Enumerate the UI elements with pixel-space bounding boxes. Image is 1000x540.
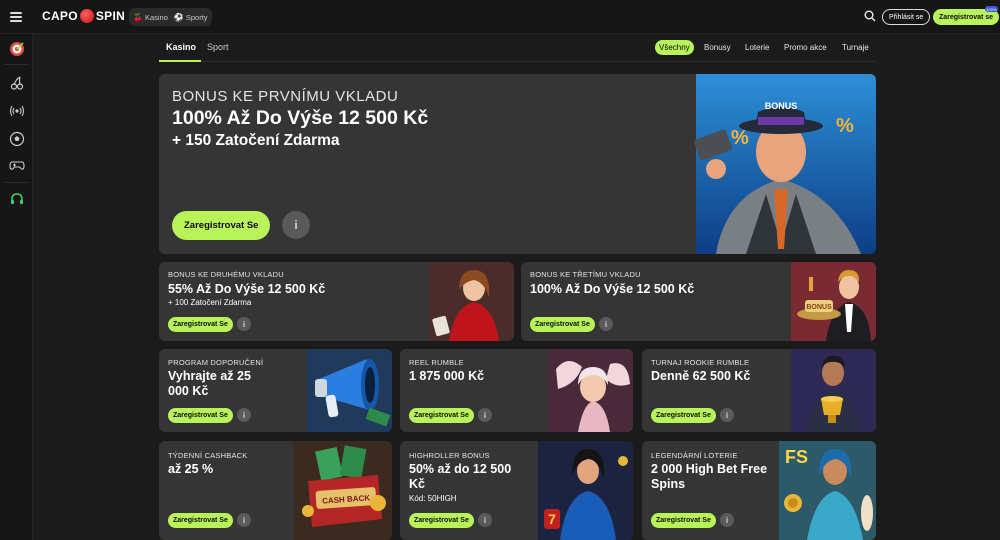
sidebar [0, 34, 33, 540]
card-label: HIGHROLLER BONUS [409, 451, 490, 460]
dartboard-icon[interactable] [9, 41, 25, 57]
promo-card-highroller[interactable]: HIGHROLLER BONUS 50% až do 12 500 Kč Kód… [400, 441, 633, 540]
card-info-icon[interactable]: i [237, 513, 251, 527]
active-tab-indicator [159, 60, 201, 62]
mode-casino-label: Kasino [144, 12, 168, 22]
card-label: BONUS KE DRUHÉMU VKLADU [168, 270, 284, 279]
svg-text:7: 7 [548, 511, 556, 527]
card-title: 1 875 000 Kč [409, 369, 485, 383]
subnav-divider [159, 61, 876, 62]
login-button[interactable]: Přihlásit se [882, 9, 931, 25]
gamepad-icon[interactable] [9, 157, 25, 173]
cherries-icon: 🍒 [133, 12, 143, 22]
tab-kasino[interactable]: Kasino [166, 42, 196, 52]
promo-card-rookie-rumble[interactable]: TURNAJ ROOKIE RUMBLE Denně 62 500 Kč Zar… [642, 349, 876, 432]
logo-left-text: CAPO [42, 9, 78, 23]
mode-sports[interactable]: ⚽ Sporty [174, 13, 208, 22]
cherries-icon[interactable] [9, 75, 25, 91]
card-title: 100% Až Do Výše 12 500 Kč [530, 282, 695, 296]
filter-tournaments[interactable]: Turnaje [838, 40, 873, 55]
hero-subtitle: + 150 Zatočení Zdarma [172, 132, 340, 149]
card-art-highroller-lady-illustration: 7 [538, 441, 633, 540]
filter-promos[interactable]: Promo akce [780, 40, 831, 55]
top-bar: CAPO SPIN 🍒 Kasino ⚽ Sporty Přihlásit se Z… [0, 0, 1000, 34]
card-label: TÝDENNÍ CASHBACK [168, 451, 248, 460]
card-info-icon[interactable]: i [478, 513, 492, 527]
card-info-icon[interactable]: i [720, 408, 734, 422]
card-art-bonus-text: BONUS [806, 304, 832, 311]
support-headset-icon[interactable] [9, 191, 25, 207]
filter-lotteries[interactable]: Loterie [741, 40, 773, 55]
hero-art-hat-text: BONUS [765, 101, 798, 111]
card-art-megaphone-illustration [307, 349, 392, 432]
mode-casino[interactable]: 🍒 Kasino [133, 13, 168, 22]
card-register-button[interactable]: Zaregistrovat Se [168, 408, 233, 423]
hero-title: 100% Až Do Výše 12 500 Kč [172, 107, 429, 129]
card-register-button[interactable]: Zaregistrovat Se [409, 408, 474, 423]
mobster-illustration: BONUS % % [694, 74, 876, 254]
register-badge: 100% [985, 6, 998, 12]
svg-text:%: % [836, 115, 854, 137]
mode-switch: 🍒 Kasino ⚽ Sporty [129, 8, 212, 26]
promo-card-referral[interactable]: PROGRAM DOPORUČENÍ Vyhrajte až 25 000 Kč… [159, 349, 392, 432]
card-register-button[interactable]: Zaregistrovat Se [651, 408, 716, 423]
card-art-cashback-chest-illustration: CASH BACK [294, 441, 392, 540]
card-register-button[interactable]: Zaregistrovat Se [651, 513, 716, 528]
logo[interactable]: CAPO SPIN [42, 9, 125, 23]
tab-sport[interactable]: Sport [207, 42, 229, 52]
card-label: PROGRAM DOPORUČENÍ [168, 358, 264, 367]
card-subtitle: + 100 Zatočení Zdarma [168, 298, 252, 307]
card-register-button[interactable]: Zaregistrovat Se [530, 317, 595, 332]
card-art-queen-illustration [429, 262, 514, 341]
live-broadcast-icon[interactable] [9, 103, 25, 119]
hero-register-button[interactable]: Zaregistrovat Se [172, 211, 271, 240]
filter-all[interactable]: Všechny [655, 40, 694, 55]
filter-bonuses[interactable]: Bonusy [700, 40, 735, 55]
card-info-icon[interactable]: i [599, 317, 613, 331]
promo-card-third-deposit[interactable]: BONUS KE TŘETÍMU VKLADU 100% Až Do Výše … [521, 262, 876, 341]
card-title: až 25 % [168, 462, 214, 476]
card-register-button[interactable]: Zaregistrovat Se [409, 513, 474, 528]
card-label: LEGENDÁRNÍ LOTERIE [651, 451, 738, 460]
hero-label: BONUS KE PRVNÍMU VKLADU [172, 88, 399, 105]
soccer-ball-icon: ⚽ [173, 12, 184, 22]
card-register-button[interactable]: Zaregistrovat Se [168, 513, 233, 528]
sidebar-divider [4, 64, 29, 65]
card-label: REEL RUMBLE [409, 358, 464, 367]
card-info-icon[interactable]: i [237, 408, 251, 422]
menu-icon[interactable] [10, 12, 22, 22]
card-title: 50% až do 12 500 Kč [409, 462, 512, 491]
card-art-trophy-man-illustration [791, 349, 876, 432]
mode-sports-label: Sporty [185, 12, 208, 22]
promo-card-reel-rumble[interactable]: REEL RUMBLE 1 875 000 Kč Zaregistrovat S… [400, 349, 633, 432]
card-label: TURNAJ ROOKIE RUMBLE [651, 358, 750, 367]
card-register-button[interactable]: Zaregistrovat Se [168, 317, 233, 332]
svg-text:%: % [731, 127, 749, 149]
card-promo-code: Kód: 50HIGH [409, 494, 457, 503]
search-icon[interactable] [864, 10, 876, 22]
card-art-fs-text: FS [785, 447, 808, 467]
card-info-icon[interactable]: i [720, 513, 734, 527]
soccer-ball-icon[interactable] [9, 131, 25, 147]
card-info-icon[interactable]: i [478, 408, 492, 422]
promo-card-second-deposit[interactable]: BONUS KE DRUHÉMU VKLADU 55% Až Do Výše 1… [159, 262, 514, 341]
logo-right-text: SPIN [95, 9, 126, 23]
card-title: Vyhrajte až 25 000 Kč [168, 369, 251, 398]
card-title: Denně 62 500 Kč [651, 369, 751, 383]
logo-ball-icon [79, 9, 94, 23]
card-art-free-spins-illustration: FS [779, 441, 876, 540]
card-info-icon[interactable]: i [237, 317, 251, 331]
card-art-waiter-illustration: BONUS [791, 262, 876, 341]
card-title: 2 000 High Bet Free Spins [651, 462, 768, 491]
promo-card-weekly-cashback[interactable]: TÝDENNÍ CASHBACK až 25 % Zaregistrovat S… [159, 441, 392, 540]
sidebar-divider [4, 182, 29, 183]
card-label: BONUS KE TŘETÍMU VKLADU [530, 270, 641, 279]
card-title: 55% Až Do Výše 12 500 Kč [168, 282, 326, 296]
promo-card-legendary-lottery[interactable]: LEGENDÁRNÍ LOTERIE 2 000 High Bet Free S… [642, 441, 876, 540]
card-art-cupid-illustration [548, 349, 633, 432]
hero-info-icon[interactable]: i [282, 211, 310, 239]
hero-promo-card[interactable]: BONUS KE PRVNÍMU VKLADU 100% Až Do Výše … [159, 74, 876, 254]
